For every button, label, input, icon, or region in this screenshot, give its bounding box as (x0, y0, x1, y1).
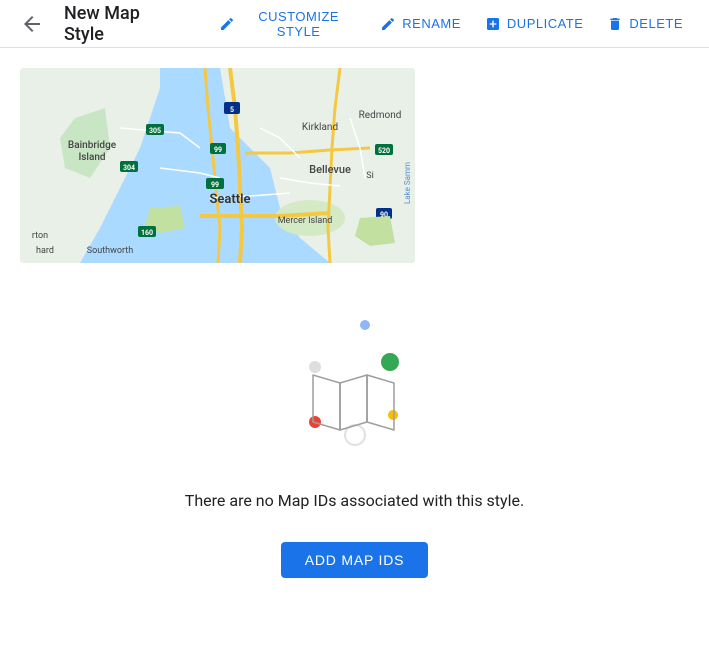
back-arrow-icon (20, 12, 44, 36)
main-content: 5 520 90 99 Bainbridge Island Seattle Be… (0, 48, 709, 610)
svg-text:Redmond: Redmond (359, 110, 402, 121)
svg-text:304: 304 (123, 164, 135, 172)
map-preview: 5 520 90 99 Bainbridge Island Seattle Be… (20, 68, 415, 263)
delete-trash-icon (607, 16, 623, 32)
svg-text:rton: rton (32, 231, 48, 241)
empty-state: There are no Map IDs associated with thi… (20, 287, 689, 610)
back-button[interactable] (16, 8, 48, 40)
duplicate-button[interactable]: DUPLICATE (475, 8, 594, 40)
svg-text:Seattle: Seattle (209, 192, 250, 207)
svg-text:Bainbridge: Bainbridge (68, 140, 117, 151)
duplicate-icon (485, 16, 501, 32)
delete-button[interactable]: DELETE (597, 8, 693, 40)
customize-icon (219, 16, 235, 32)
map-thumbnail: 5 520 90 99 Bainbridge Island Seattle Be… (20, 68, 415, 263)
add-map-ids-button[interactable]: ADD MAP IDS (281, 542, 429, 578)
svg-text:99: 99 (211, 181, 219, 189)
svg-text:305: 305 (149, 127, 161, 135)
svg-text:520: 520 (378, 147, 390, 155)
delete-label: DELETE (629, 16, 683, 31)
header: New Map Style CUSTOMIZE STYLE RENAME DUP… (0, 0, 709, 48)
svg-text:Southworth: Southworth (87, 246, 133, 256)
empty-state-message: There are no Map IDs associated with thi… (185, 491, 524, 510)
rename-icon (380, 16, 396, 32)
map-icon (275, 307, 435, 467)
map-illustration (275, 307, 435, 467)
duplicate-label: DUPLICATE (507, 16, 584, 31)
svg-text:hard: hard (36, 246, 54, 256)
rename-label: RENAME (402, 16, 461, 31)
svg-text:99: 99 (214, 146, 222, 154)
svg-text:Bellevue: Bellevue (309, 163, 351, 176)
svg-text:Mercer Island: Mercer Island (278, 216, 333, 226)
customize-style-button[interactable]: CUSTOMIZE STYLE (209, 1, 366, 47)
header-actions: CUSTOMIZE STYLE RENAME DUPLICATE DELETE (209, 1, 693, 47)
svg-text:Si: Si (366, 171, 374, 181)
page-title: New Map Style (64, 3, 181, 45)
svg-text:5: 5 (230, 106, 234, 114)
svg-text:Island: Island (78, 152, 105, 163)
customize-style-label: CUSTOMIZE STYLE (241, 9, 356, 39)
svg-text:160: 160 (141, 229, 153, 237)
svg-text:Lake Samm: Lake Samm (403, 162, 412, 204)
svg-text:Kirkland: Kirkland (302, 122, 338, 133)
rename-button[interactable]: RENAME (370, 8, 471, 40)
